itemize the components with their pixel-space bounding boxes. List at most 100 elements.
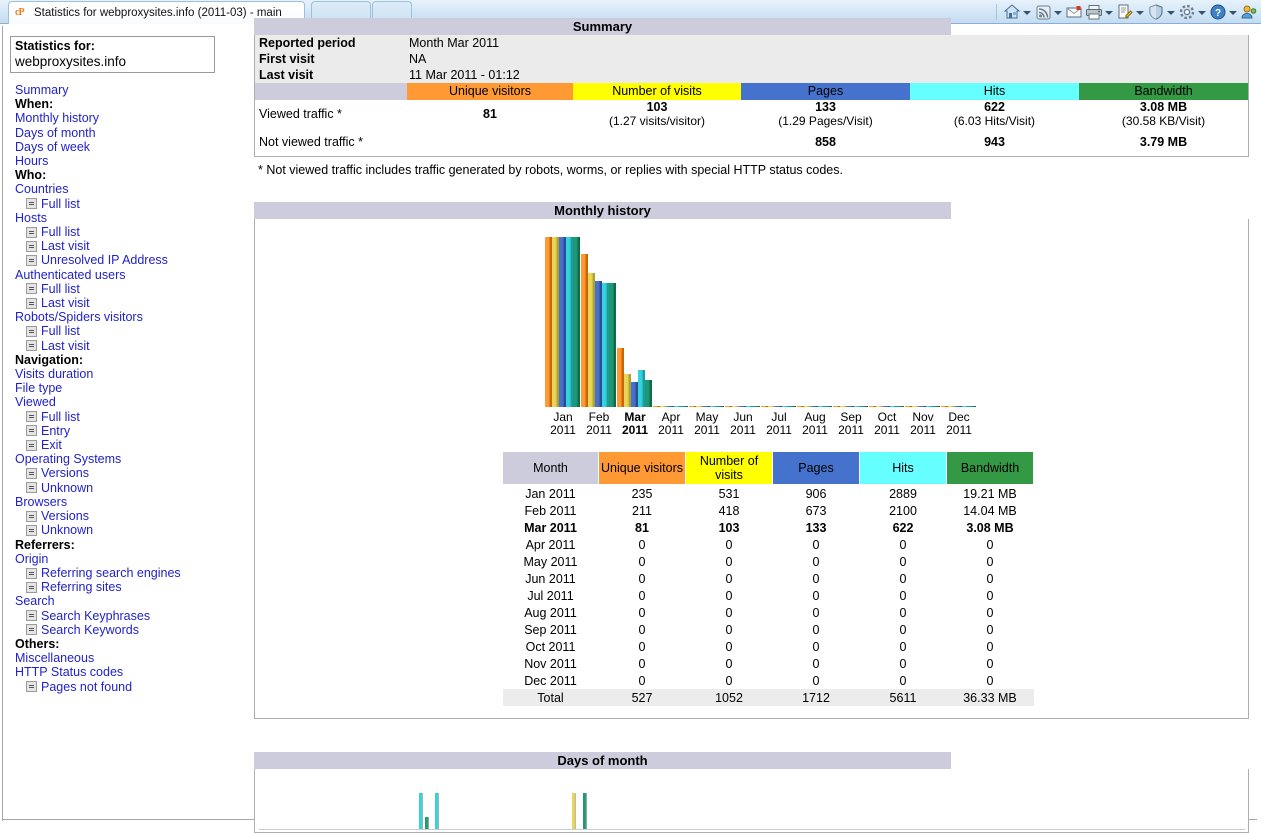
chart-bar-bandwidth bbox=[609, 282, 616, 407]
bar-side bbox=[866, 405, 868, 407]
sidebar-item-label: Pages not found bbox=[41, 679, 133, 694]
table-row: Jul 2011 0 0 0 0 0 bbox=[503, 587, 1034, 604]
bar-side bbox=[722, 405, 724, 407]
table-row: Aug 2011 0 0 0 0 0 bbox=[503, 604, 1034, 621]
sidebar-item-visits-duration[interactable]: Visits duration bbox=[15, 367, 250, 381]
sidebar-item-unresolved-ip-address[interactable]: Unresolved IP Address bbox=[26, 253, 250, 267]
not-viewed-traffic-row: Not viewed traffic * 858 943 3.79 MB bbox=[255, 128, 1248, 156]
viewed-pages: 133 (1.29 Pages/Visit) bbox=[741, 100, 910, 128]
browser-tab-title: Statistics for webproxysites.info (2011-… bbox=[34, 7, 282, 19]
cell-bandwidth: 3.08 MB bbox=[966, 520, 1014, 535]
sidebar-item-label: Full list bbox=[41, 409, 80, 424]
sidebar-item-search-keywords[interactable]: Search Keywords bbox=[26, 623, 250, 637]
monthly-history-section-header: Monthly history bbox=[254, 202, 951, 219]
chart-bar-pages bbox=[919, 405, 926, 407]
sidebar-item-search-keyphrases[interactable]: Search Keyphrases bbox=[26, 609, 250, 623]
chart-bar-unique-visitors bbox=[689, 405, 696, 407]
chart-bar-pages bbox=[631, 382, 638, 407]
cell-month: Aug 2011 bbox=[524, 605, 577, 620]
sidebar-item-label: Versions bbox=[41, 466, 89, 481]
sidebar-item-countries[interactable]: Countries bbox=[15, 182, 250, 196]
sidebar-item-viewed-exit[interactable]: Exit bbox=[26, 438, 250, 452]
sidebar-item-origin[interactable]: Origin bbox=[15, 552, 250, 566]
cell-month: Sep 2011 bbox=[524, 622, 577, 637]
cell-number-of-visits: 0 bbox=[725, 673, 733, 688]
chart-bar-group bbox=[545, 237, 581, 407]
cell-total-number-of-visits: 1052 bbox=[685, 689, 773, 706]
not-viewed-pages: 858 bbox=[741, 128, 910, 156]
cell-pages: 0 bbox=[812, 571, 820, 586]
sidebar-item-summary[interactable]: Summary bbox=[15, 83, 250, 97]
expand-icon bbox=[26, 624, 37, 636]
chart-bar-hits bbox=[854, 405, 861, 407]
chart-bar-unique-visitors bbox=[725, 405, 732, 407]
sidebar-item-authenticated-users[interactable]: Authenticated users bbox=[15, 268, 250, 282]
chart-bar-group bbox=[725, 237, 761, 407]
sidebar-item-viewed-full-list[interactable]: Full list bbox=[26, 410, 250, 424]
sidebar-item-label: Versions bbox=[41, 509, 89, 524]
sidebar-item-countries-full-list[interactable]: Full list bbox=[26, 197, 250, 211]
sidebar-item-os-unknown[interactable]: Unknown bbox=[26, 481, 250, 495]
sidebar-item-days-of-month[interactable]: Days of month bbox=[15, 126, 250, 140]
chart-bar-number-of-visits bbox=[624, 374, 631, 407]
cell-number-of-visits: 0 bbox=[725, 554, 733, 569]
sidebar-item-auth-users-last-visit[interactable]: Last visit bbox=[26, 296, 250, 310]
chart-bar bbox=[419, 793, 423, 829]
sidebar-item-hosts-last-visit[interactable]: Last visit bbox=[26, 239, 250, 253]
expand-icon bbox=[26, 198, 37, 210]
sidebar-item-hosts[interactable]: Hosts bbox=[15, 211, 250, 225]
summary-col-empty bbox=[255, 83, 407, 100]
cell-month: Jan 2011 bbox=[525, 486, 576, 501]
sidebar-item-robots-full-list[interactable]: Full list bbox=[26, 324, 250, 338]
sidebar-item-label: Entry bbox=[41, 423, 71, 438]
cell-hits: 0 bbox=[899, 656, 907, 671]
cell-unique-visitors: 0 bbox=[638, 673, 646, 688]
table-total-row: Total 527 1052 1712 5611 36.33 MB bbox=[502, 689, 1034, 706]
chart-bar-unique-visitors bbox=[581, 254, 588, 407]
chart-xlabel: Jan 2011 bbox=[550, 410, 576, 437]
chart-bar-pages bbox=[775, 405, 782, 407]
sidebar-item-search[interactable]: Search bbox=[15, 594, 250, 608]
chart-bar-number-of-visits bbox=[552, 237, 559, 407]
statistics-for-box: Statistics for: webproxysites.info bbox=[10, 36, 215, 73]
sidebar-item-miscellaneous[interactable]: Miscellaneous bbox=[15, 651, 250, 665]
cell-hits: 622 bbox=[892, 520, 914, 535]
cell-total-pages: 1712 bbox=[772, 689, 860, 706]
sidebar-item-os-versions[interactable]: Versions bbox=[26, 466, 250, 480]
sidebar-item-viewed-entry[interactable]: Entry bbox=[26, 424, 250, 438]
cell-unique-visitors: 235 bbox=[631, 486, 653, 501]
sidebar-item-robots-spiders-visitors[interactable]: Robots/Spiders visitors bbox=[15, 310, 250, 324]
cell-number-of-visits: 0 bbox=[725, 605, 733, 620]
sidebar-item-label: Referring search engines bbox=[41, 565, 181, 580]
sidebar-item-viewed[interactable]: Viewed bbox=[15, 395, 250, 409]
expand-icon bbox=[26, 439, 37, 451]
cell-number-of-visits: 531 bbox=[718, 486, 740, 501]
sidebar-item-referring-search-engines[interactable]: Referring search engines bbox=[26, 566, 250, 580]
sidebar-item-browsers[interactable]: Browsers bbox=[15, 495, 250, 509]
sidebar-item-file-type[interactable]: File type bbox=[15, 381, 250, 395]
cell-pages: 0 bbox=[812, 554, 820, 569]
sidebar-item-pages-not-found[interactable]: Pages not found bbox=[26, 680, 250, 694]
sidebar-item-operating-systems[interactable]: Operating Systems bbox=[15, 452, 250, 466]
sidebar-item-monthly-history[interactable]: Monthly history bbox=[15, 111, 250, 125]
sidebar-item-browser-unknown[interactable]: Unknown bbox=[26, 523, 250, 537]
sidebar-item-hosts-full-list[interactable]: Full list bbox=[26, 225, 250, 239]
viewed-traffic-row: Viewed traffic * 81 103 (1.27 visits/vis… bbox=[255, 100, 1248, 128]
table-row: Nov 2011 0 0 0 0 0 bbox=[503, 655, 1034, 672]
sidebar-item-referring-sites[interactable]: Referring sites bbox=[26, 580, 250, 594]
bar-side bbox=[578, 237, 580, 407]
col-header-pages: Pages bbox=[772, 451, 860, 485]
sidebar-item-http-status-codes[interactable]: HTTP Status codes bbox=[15, 665, 250, 679]
sidebar-item-days-of-week[interactable]: Days of week bbox=[15, 140, 250, 154]
chart-xlabel: Mar 2011 bbox=[621, 410, 649, 437]
sidebar: Statistics for: webproxysites.info Summa… bbox=[3, 24, 250, 694]
sidebar-item-hours[interactable]: Hours bbox=[15, 154, 250, 168]
bar-side bbox=[794, 405, 796, 407]
sidebar-item-browser-versions[interactable]: Versions bbox=[26, 509, 250, 523]
sidebar-item-robots-last-visit[interactable]: Last visit bbox=[26, 339, 250, 353]
chart-bar-unique-visitors bbox=[905, 405, 912, 407]
value: 133 bbox=[815, 100, 836, 114]
sidebar-group-when: When: bbox=[15, 97, 54, 112]
chart-bar-unique-visitors bbox=[869, 405, 876, 407]
sidebar-item-auth-users-full-list[interactable]: Full list bbox=[26, 282, 250, 296]
